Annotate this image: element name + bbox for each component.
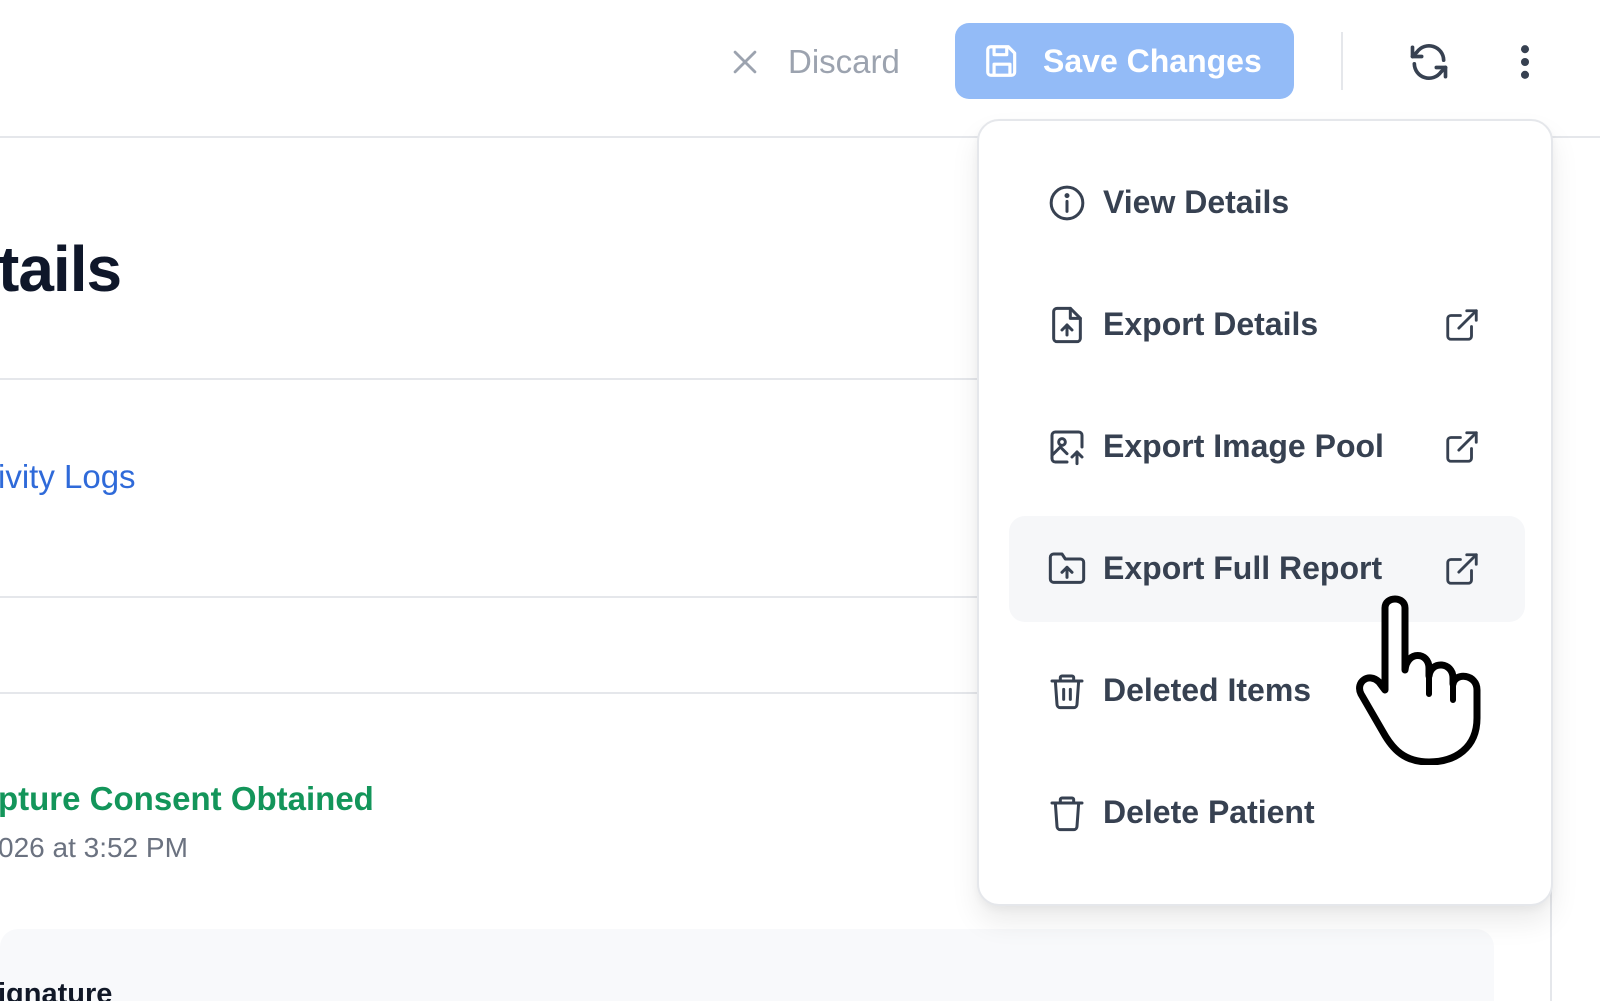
menu-item-export-details[interactable]: Export Details [1009, 272, 1525, 378]
divider [0, 692, 1000, 694]
save-changes-label: Save Changes [1043, 42, 1262, 79]
external-link-icon [1446, 309, 1478, 341]
save-icon [986, 45, 1017, 77]
discard-button[interactable]: Discard [728, 34, 900, 90]
menu-item-label: Export Image Pool [1103, 428, 1384, 464]
consent-status: pture Consent Obtained [0, 780, 374, 817]
discard-label: Discard [788, 43, 900, 80]
external-link-icon [1446, 553, 1478, 585]
refresh-icon[interactable] [1407, 40, 1451, 84]
toolbar-divider [1341, 32, 1343, 90]
trash-lines-icon [1050, 674, 1084, 710]
activity-logs-link[interactable]: ivity Logs [0, 458, 136, 496]
menu-item-label: Export Full Report [1103, 550, 1383, 586]
consent-timestamp: 026 at 3:52 PM [0, 832, 188, 863]
menu-item-view-details[interactable]: View Details [1009, 150, 1525, 256]
menu-item-export-image-pool[interactable]: Export Image Pool [1009, 394, 1525, 500]
more-options-menu: View Details Export Details Export Image… [977, 119, 1553, 906]
signature-card [0, 929, 1494, 1001]
hand-pointer-cursor-icon [1356, 595, 1481, 765]
more-options-icon[interactable] [1508, 40, 1542, 84]
menu-item-label: View Details [1103, 184, 1290, 220]
menu-item-delete-patient[interactable]: Delete Patient [1009, 760, 1525, 866]
page-title: tails [0, 233, 122, 305]
menu-item-label: Export Details [1103, 306, 1319, 342]
save-changes-button[interactable]: Save Changes [955, 23, 1294, 99]
divider [0, 596, 1000, 598]
divider [0, 378, 1000, 380]
file-upload-icon [1052, 306, 1082, 344]
menu-item-label: Deleted Items [1103, 672, 1312, 708]
external-link-icon [1446, 431, 1478, 463]
trash-icon [1050, 796, 1084, 832]
top-toolbar: Discard Save Changes [0, 0, 1600, 138]
close-icon [733, 50, 757, 74]
info-icon [1049, 185, 1085, 221]
folder-upload-icon [1048, 552, 1086, 584]
image-upload-icon [1050, 430, 1084, 466]
menu-item-label: Delete Patient [1103, 794, 1315, 830]
signature-label: ignature [0, 978, 113, 1001]
